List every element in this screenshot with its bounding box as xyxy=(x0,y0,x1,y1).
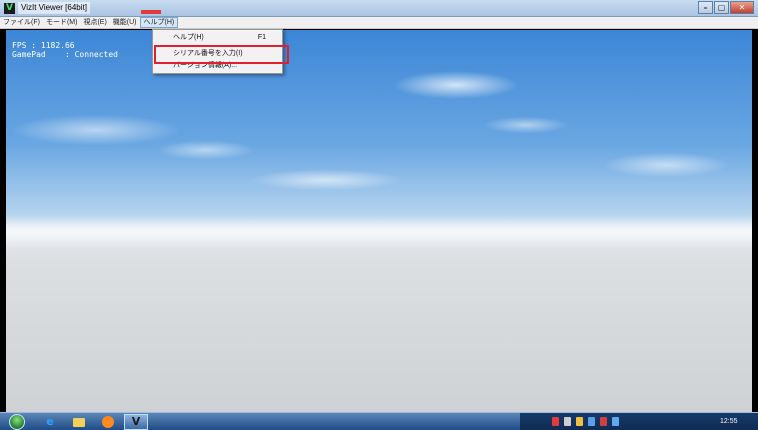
stats-overlay: FPS : 1182.66 GamePad : Connected xyxy=(12,41,118,59)
minimize-button[interactable]: – xyxy=(698,1,713,14)
vizit-taskbar-button[interactable]: V xyxy=(124,414,148,430)
window-titlebar[interactable]: V VizIt Viewer [64bit] – ▢ ✕ xyxy=(0,0,758,17)
tray-icons xyxy=(552,417,619,426)
help-menu-item-help[interactable]: ヘルプ(H) F1 xyxy=(153,31,282,44)
start-button[interactable] xyxy=(9,414,25,430)
tray-icon[interactable] xyxy=(564,417,571,426)
tray-icon[interactable] xyxy=(612,417,619,426)
media-player-icon[interactable] xyxy=(100,414,116,430)
help-item-label: ヘルプ(H) xyxy=(173,34,204,41)
close-button[interactable]: ✕ xyxy=(730,1,754,14)
tray-icon[interactable] xyxy=(552,417,559,426)
horizon xyxy=(6,218,752,248)
help-item-shortcut: F1 xyxy=(257,34,266,41)
tray-icon[interactable] xyxy=(576,417,583,426)
tray-icon[interactable] xyxy=(588,417,595,426)
taskbar: e V 12:55 xyxy=(0,412,758,430)
window-controls: – ▢ ✕ xyxy=(697,1,754,14)
fps-readout: FPS : 1182.66 xyxy=(12,41,75,50)
menu-bar: ファイル(F) モード(M) 視点(E) 機能(U) ヘルプ(H) xyxy=(0,17,758,29)
app-icon: V xyxy=(4,3,15,14)
tray-icon[interactable] xyxy=(600,417,607,426)
maximize-button[interactable]: ▢ xyxy=(714,1,729,14)
red-marker xyxy=(141,10,161,14)
menu-file[interactable]: ファイル(F) xyxy=(0,17,43,28)
gamepad-status: GamePad : Connected xyxy=(12,50,118,59)
viewport-3d[interactable] xyxy=(6,30,752,412)
internet-explorer-icon[interactable]: e xyxy=(42,414,58,430)
window-title: VizIt Viewer [64bit] xyxy=(18,2,90,14)
folder-icon[interactable] xyxy=(71,414,87,430)
clock[interactable]: 12:55 xyxy=(720,416,738,428)
menu-function[interactable]: 機能(U) xyxy=(110,17,140,28)
menu-help[interactable]: ヘルプ(H) xyxy=(139,17,179,28)
red-highlight-box xyxy=(154,45,289,64)
menu-mode[interactable]: モード(M) xyxy=(43,17,81,28)
menu-viewpoint[interactable]: 視点(E) xyxy=(80,17,109,28)
